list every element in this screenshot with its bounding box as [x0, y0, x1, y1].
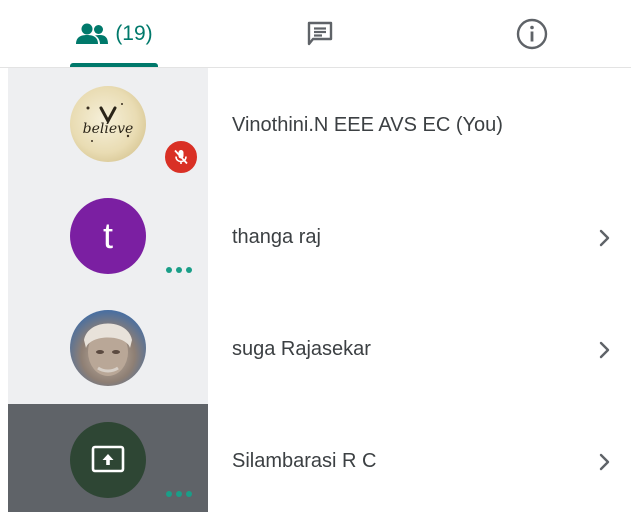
participant-row[interactable]: t thanga raj: [0, 180, 631, 292]
participant-name: thanga raj: [232, 226, 321, 248]
muted-badge: [162, 138, 200, 176]
screen-share-avatar: [70, 422, 146, 498]
tab-bar: (19): [0, 0, 631, 68]
active-tab-indicator: [70, 63, 158, 67]
speaking-dots-icon: [166, 260, 200, 273]
participant-row[interactable]: Silambarasi R C: [0, 404, 631, 512]
present-screen-icon: [91, 445, 125, 473]
participant-name: Silambarasi R C: [232, 450, 377, 472]
participant-name: suga Rajasekar: [232, 338, 371, 360]
letter-avatar: t: [70, 198, 146, 274]
photo-avatar: [70, 310, 146, 386]
people-icon: [76, 23, 109, 44]
tab-people[interactable]: (19): [66, 0, 162, 68]
tab-info[interactable]: [492, 0, 572, 68]
participant-count: (19): [115, 22, 153, 45]
participant-list: believe Vinothini.N EEE AVS EC (You) t t…: [0, 68, 631, 512]
speaking-dots-icon: [166, 484, 200, 497]
mic-off-icon: [174, 149, 188, 165]
chevron-right-icon[interactable]: [594, 452, 614, 472]
participant-row[interactable]: suga Rajasekar: [0, 292, 631, 468]
chat-icon: [307, 21, 333, 46]
believe-avatar: believe: [70, 86, 146, 162]
tab-chat[interactable]: [280, 0, 360, 68]
participant-row[interactable]: believe Vinothini.N EEE AVS EC (You): [0, 68, 631, 180]
chevron-right-icon[interactable]: [594, 228, 614, 248]
participant-name: Vinothini.N EEE AVS EC (You): [232, 114, 503, 136]
info-icon: [516, 18, 548, 50]
avatar-logo-text: believe: [83, 121, 134, 137]
chevron-right-icon[interactable]: [594, 340, 614, 360]
